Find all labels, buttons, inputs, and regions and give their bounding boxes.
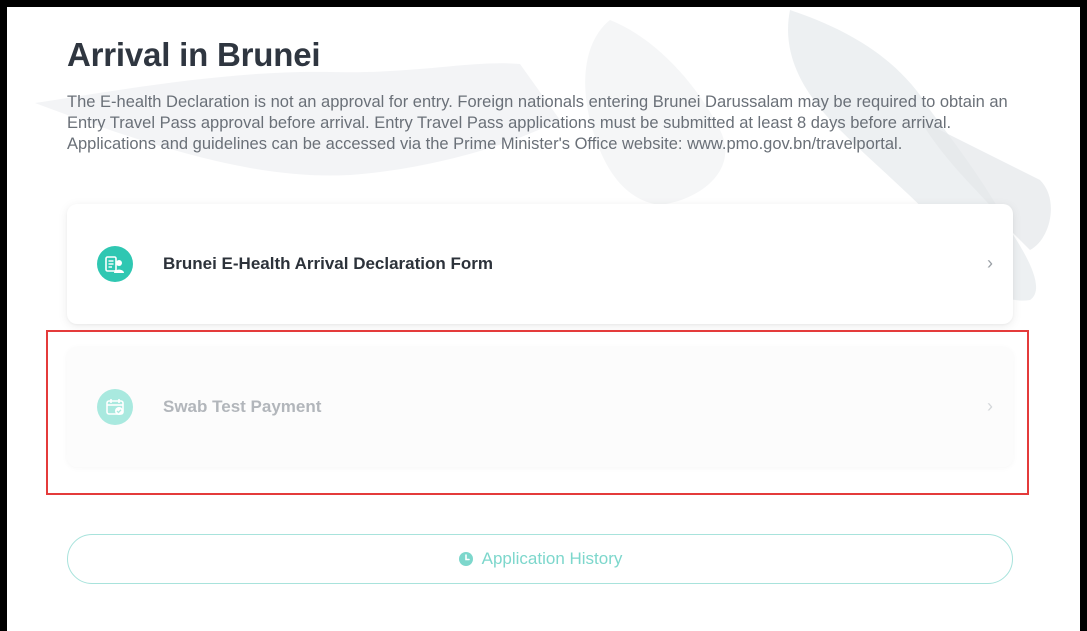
arrival-page: Arrival in Brunei The E-health Declarati… xyxy=(0,0,1087,631)
application-history-label: Application History xyxy=(481,549,623,568)
chevron-right-icon: › xyxy=(987,253,993,273)
health-form-icon xyxy=(97,246,133,282)
swab-test-payment-card[interactable]: Swab Test Payment › xyxy=(67,347,1013,467)
swab-test-payment-label: Swab Test Payment xyxy=(163,397,322,416)
chevron-right-icon: › xyxy=(987,396,993,416)
entry-notice: The E-health Declaration is not an appro… xyxy=(67,93,1008,153)
arrival-declaration-card[interactable]: Brunei E-Health Arrival Declaration Form… xyxy=(67,204,1013,324)
arrival-declaration-label: Brunei E-Health Arrival Declaration Form xyxy=(163,254,494,273)
page-title: Arrival in Brunei xyxy=(67,36,321,73)
calendar-check-icon xyxy=(97,389,133,425)
clock-icon xyxy=(458,551,474,567)
application-history-button[interactable]: Application History xyxy=(67,534,1013,584)
